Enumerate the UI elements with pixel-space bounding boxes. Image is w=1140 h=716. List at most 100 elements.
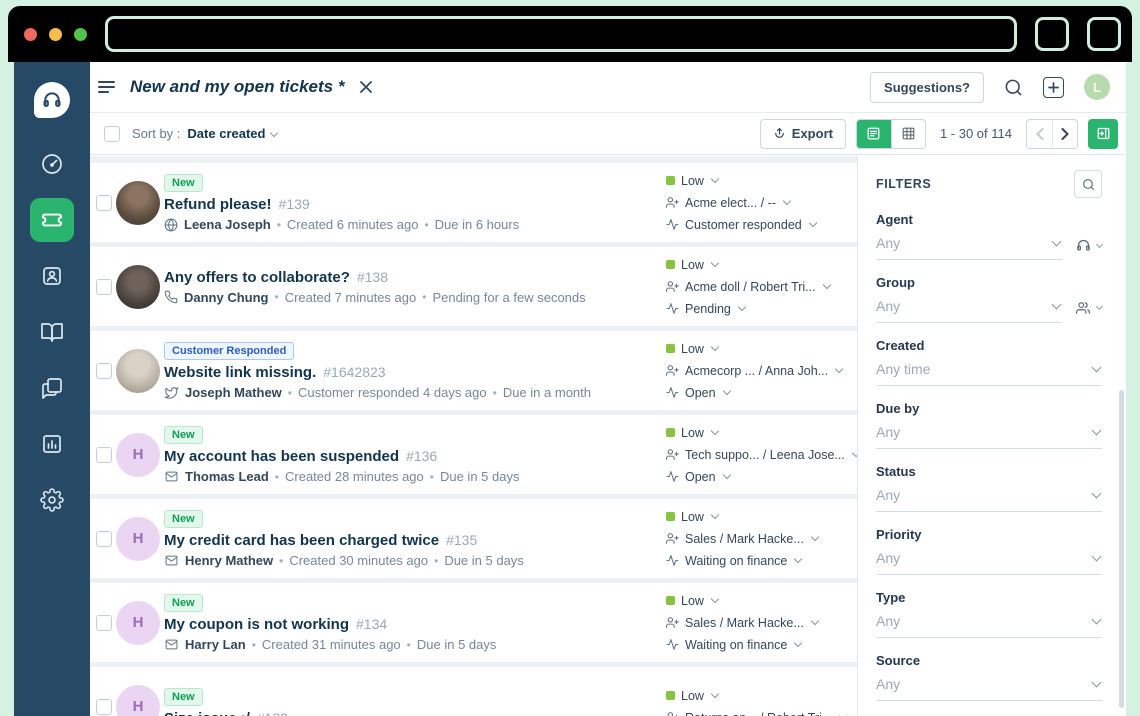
chevron-down-icon [822, 281, 830, 289]
requester-name[interactable]: Joseph Mathew [185, 385, 282, 400]
sidebar-item-forums[interactable] [30, 366, 74, 410]
priority-value: Low [681, 342, 704, 356]
ticket-subject[interactable]: Size issue :/ [164, 710, 250, 716]
table-view-button[interactable] [891, 120, 925, 148]
ticket-checkbox[interactable] [96, 279, 112, 295]
ticket-row[interactable]: H New My credit card has been charged tw… [90, 499, 857, 578]
filter-dropdown[interactable]: Any time [876, 360, 1102, 386]
filter-dropdown[interactable]: Any [876, 234, 1062, 260]
status-select[interactable]: Open [666, 386, 843, 400]
filter-dropdown[interactable]: Any [876, 549, 1102, 575]
filter-search-button[interactable] [1074, 170, 1102, 198]
sidebar-item-solutions[interactable] [30, 310, 74, 354]
group-people-filter-button[interactable] [1075, 301, 1102, 315]
minimize-window-button[interactable] [49, 28, 62, 41]
filters-scrollbar[interactable] [1119, 390, 1124, 708]
sidebar-item-tickets[interactable] [30, 198, 74, 242]
company-contact-select[interactable]: Returns an... / Robert Tri... [666, 711, 843, 716]
company-contact-select[interactable]: Sales / Mark Hacke... [666, 616, 843, 630]
ticket-checkbox[interactable] [96, 447, 112, 463]
agent-headset-filter-button[interactable] [1076, 238, 1102, 253]
ticket-meta: Leena Joseph • Created 6 minutes ago • D… [164, 217, 666, 232]
ticket-checkbox[interactable] [96, 699, 112, 715]
browser-extension-button[interactable] [1035, 17, 1069, 51]
chevron-left-icon [1036, 128, 1044, 140]
previous-page-button[interactable] [1027, 120, 1052, 148]
priority-select[interactable]: Low [666, 342, 843, 356]
priority-select[interactable]: Low [666, 510, 843, 524]
company-contact-select[interactable]: Tech suppo... / Leena Jose... [666, 448, 843, 462]
status-select[interactable]: Waiting on finance [666, 638, 843, 652]
ticket-checkbox[interactable] [96, 195, 112, 211]
company-contact-select[interactable]: Acme elect... / -- [666, 196, 843, 210]
ticket-row[interactable]: H New My coupon is not working #134 [90, 583, 857, 662]
chevron-down-icon [1092, 552, 1102, 562]
close-window-button[interactable] [24, 28, 37, 41]
new-ticket-button[interactable] [1043, 77, 1064, 98]
status-select[interactable]: Waiting on finance [666, 554, 843, 568]
ticket-meta: Joseph Mathew • Customer responded 4 day… [164, 385, 666, 400]
maximize-window-button[interactable] [74, 28, 87, 41]
url-bar[interactable] [105, 16, 1017, 52]
company-contact-select[interactable]: Acme doll / Robert Tri... [666, 280, 843, 294]
ticket-checkbox[interactable] [96, 615, 112, 631]
requester-name[interactable]: Leena Joseph [184, 217, 271, 232]
requester-name[interactable]: Harry Lan [185, 637, 246, 652]
ticket-row[interactable]: H New Size issue :/ #133 [90, 667, 857, 716]
ticket-checkbox[interactable] [96, 531, 112, 547]
select-all-checkbox[interactable] [104, 126, 120, 142]
filter-dropdown[interactable]: Any [876, 612, 1102, 638]
status-select[interactable]: Customer responded [666, 218, 843, 232]
filter-value: Any [876, 550, 900, 566]
filter-value: Any [876, 298, 900, 314]
ticket-checkbox[interactable] [96, 363, 112, 379]
search-icon[interactable] [1004, 78, 1023, 97]
ticket-row[interactable]: New Refund please! #139 Leena Joseph • [90, 163, 857, 242]
status-select[interactable]: Open [666, 470, 843, 484]
filter-field: Agent Any [876, 212, 1102, 260]
ticket-row[interactable]: Any offers to collaborate? #138 Danny Ch… [90, 247, 857, 326]
ticket-subject[interactable]: Refund please! [164, 196, 272, 213]
filter-dropdown[interactable]: Any [876, 423, 1102, 449]
browser-menu-button[interactable] [1087, 17, 1121, 51]
next-page-button[interactable] [1052, 120, 1077, 148]
card-view-button[interactable] [857, 120, 891, 148]
filter-dropdown[interactable]: Any [876, 297, 1062, 323]
view-list-icon[interactable] [98, 80, 116, 94]
sidebar-item-contacts[interactable] [30, 254, 74, 298]
sidebar-item-analytics[interactable] [30, 422, 74, 466]
export-button[interactable]: Export [760, 119, 846, 149]
ticket-subject[interactable]: My coupon is not working [164, 616, 349, 633]
chevron-down-icon [722, 471, 730, 479]
priority-select[interactable]: Low [666, 594, 843, 608]
freshdesk-logo[interactable] [34, 82, 70, 118]
requester-name[interactable]: Thomas Lead [185, 469, 269, 484]
close-view-icon[interactable] [360, 81, 372, 93]
ticket-row[interactable]: Customer Responded Website link missing.… [90, 331, 857, 410]
sidebar-item-dashboard[interactable] [30, 142, 74, 186]
requester-name[interactable]: Henry Mathew [185, 553, 273, 568]
filter-dropdown[interactable]: Any [876, 486, 1102, 512]
priority-select[interactable]: Low [666, 174, 843, 188]
collapse-filters-button[interactable] [1088, 119, 1118, 149]
ticket-subject[interactable]: Any offers to collaborate? [164, 269, 350, 286]
ticket-id: #139 [279, 196, 310, 212]
user-avatar[interactable]: L [1084, 74, 1110, 100]
ticket-subject[interactable]: Website link missing. [164, 364, 316, 381]
ticket-subject[interactable]: My credit card has been charged twice [164, 532, 439, 549]
sort-value-dropdown[interactable]: Date created [187, 126, 277, 141]
ticket-subject[interactable]: My account has been suspended [164, 448, 399, 465]
company-contact-select[interactable]: Acmecorp ... / Anna Joh... [666, 364, 843, 378]
status-badge: New [164, 426, 203, 444]
requester-name[interactable]: Danny Chung [184, 290, 269, 305]
company-contact-select[interactable]: Sales / Mark Hacke... [666, 532, 843, 546]
priority-select[interactable]: Low [666, 258, 843, 272]
filter-dropdown[interactable]: Any [876, 675, 1102, 701]
status-select[interactable]: Pending [666, 302, 843, 316]
suggestions-button[interactable]: Suggestions? [870, 72, 984, 103]
priority-select[interactable]: Low [666, 426, 843, 440]
priority-select[interactable]: Low [666, 689, 843, 703]
ticket-row[interactable]: H New My account has been suspended #136 [90, 415, 857, 494]
requester-avatar [116, 349, 160, 393]
sidebar-item-admin[interactable] [30, 478, 74, 522]
